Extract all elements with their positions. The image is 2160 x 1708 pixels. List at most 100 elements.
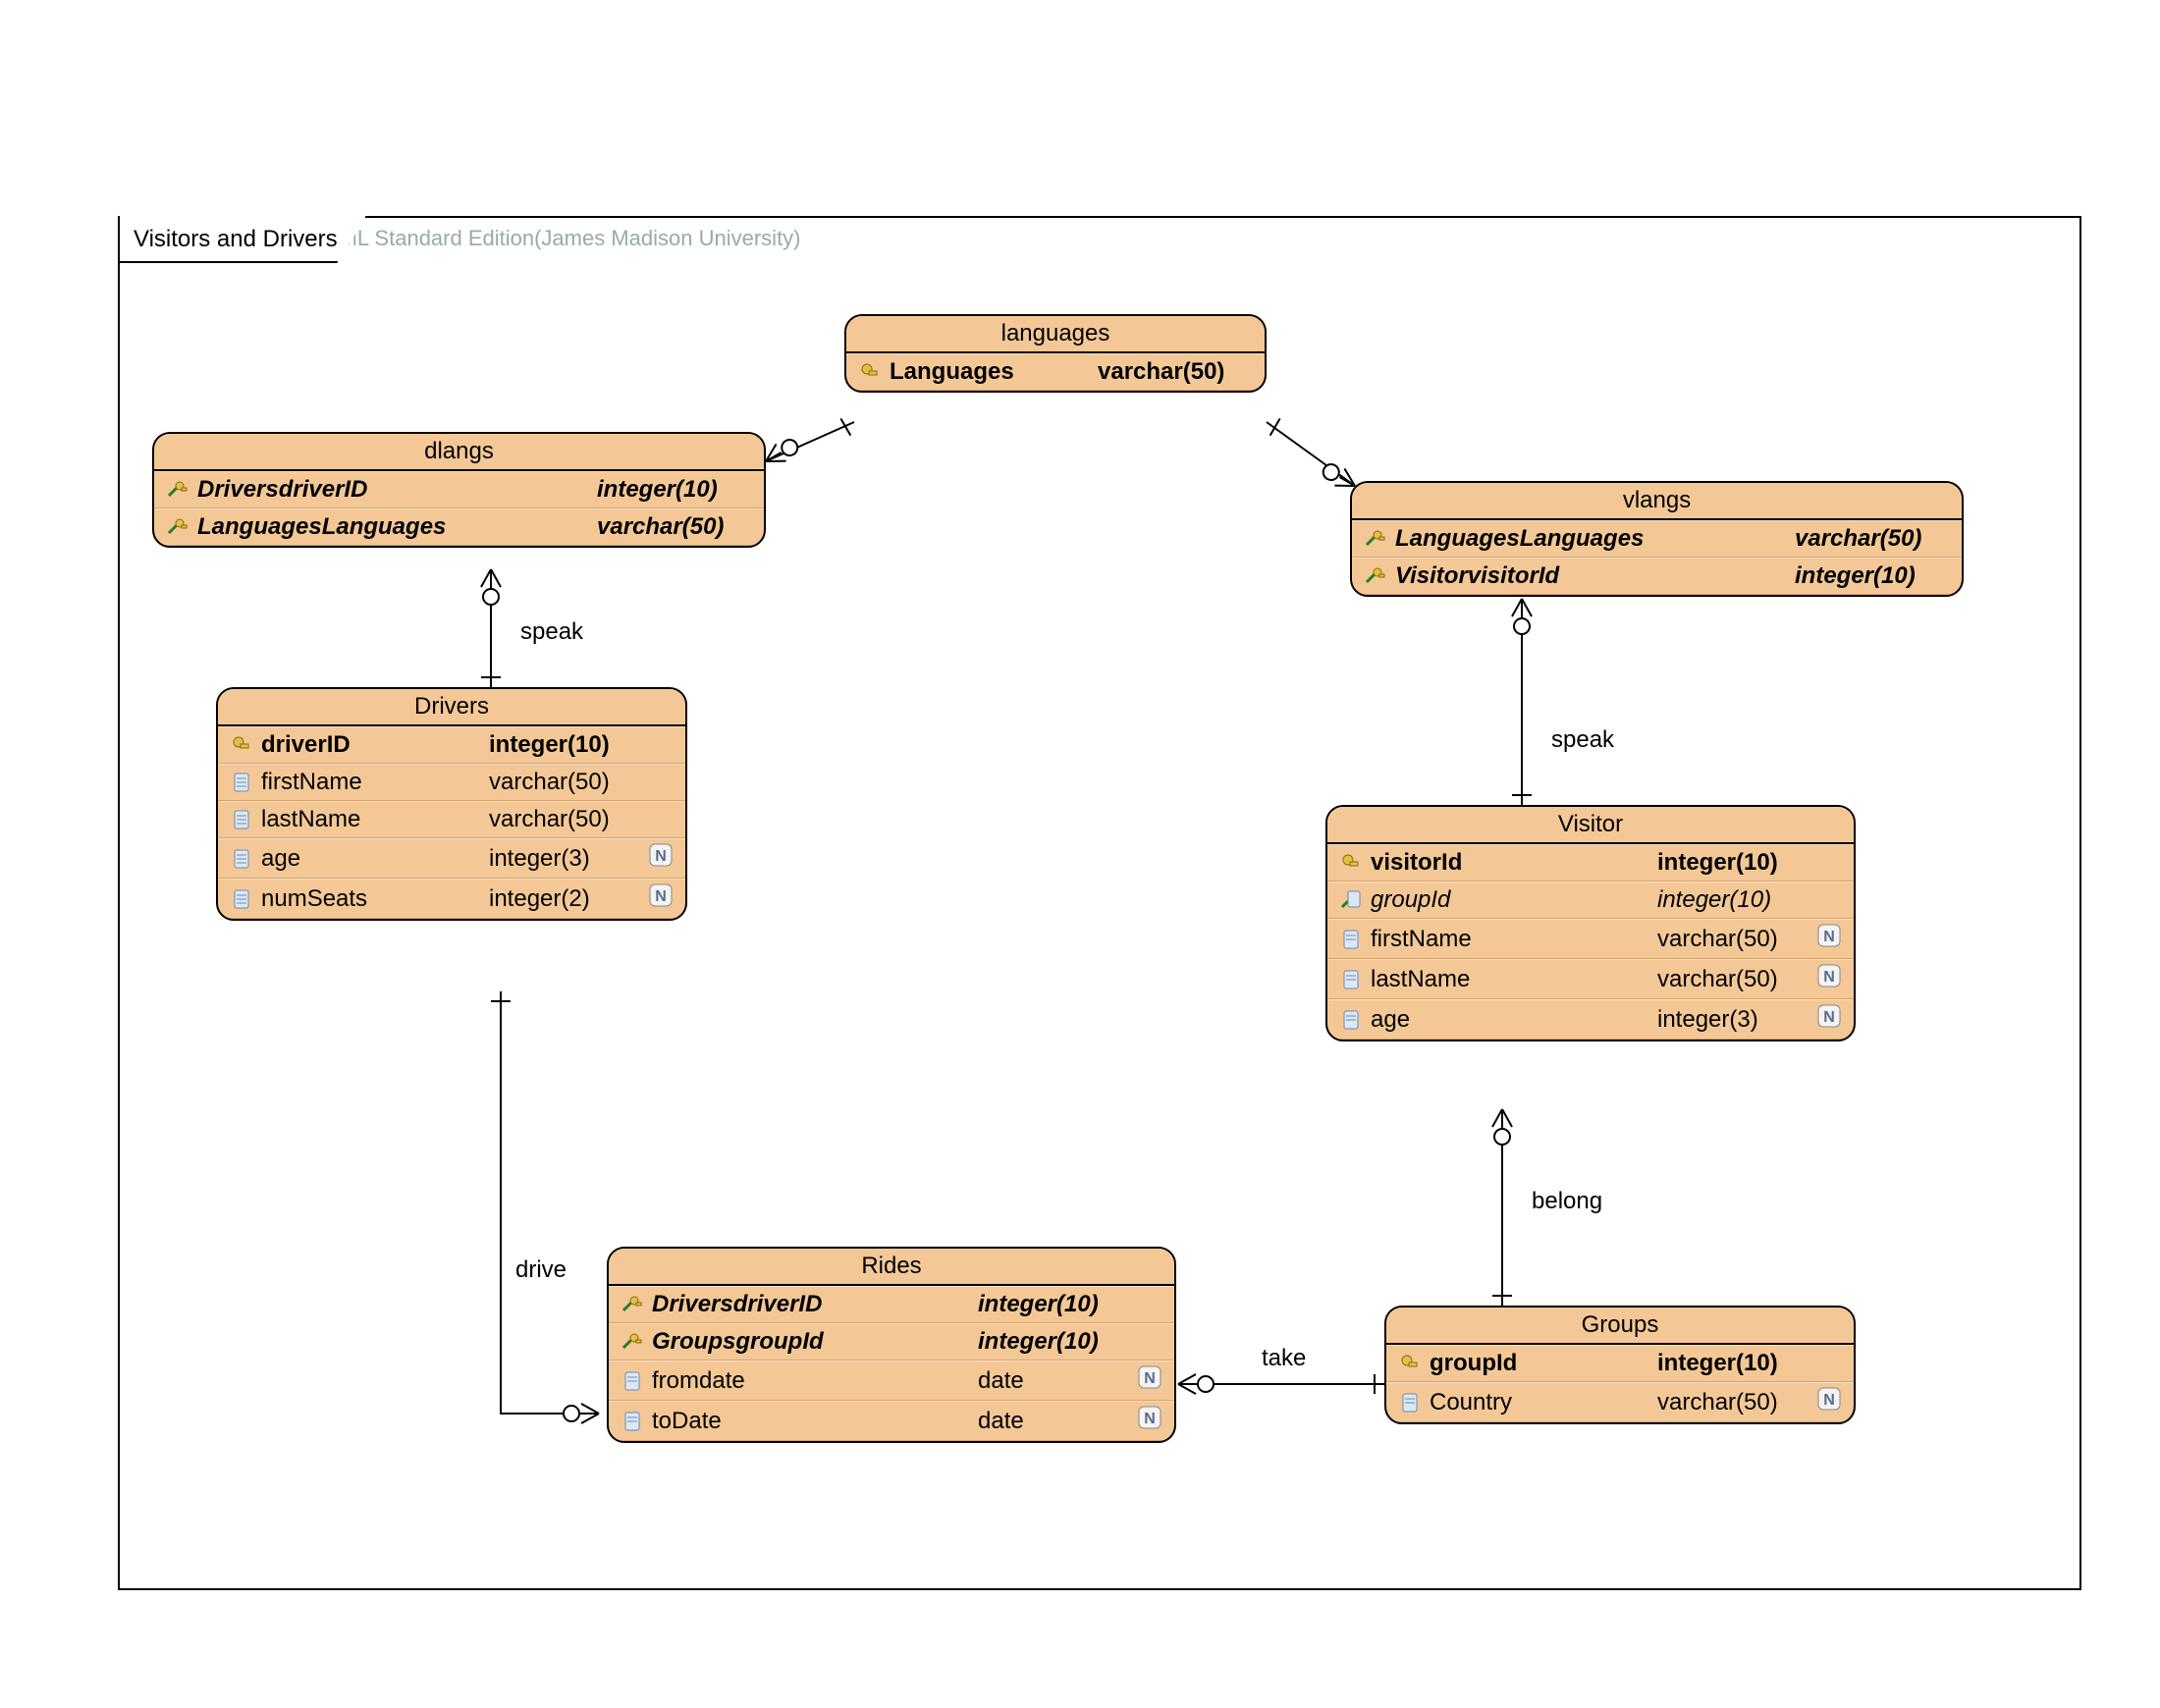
fk-icon xyxy=(619,1295,646,1314)
entity-row: numSeats integer(2) N xyxy=(218,879,685,919)
col-name: VisitorvisitorId xyxy=(1395,562,1795,590)
col-name: LanguagesLanguages xyxy=(197,513,597,541)
col-type: integer(3) xyxy=(1657,1006,1814,1034)
fk-icon xyxy=(1362,529,1389,549)
col-type: integer(10) xyxy=(978,1291,1135,1318)
col-name: lastName xyxy=(1371,966,1657,993)
entity-row: age integer(3) N xyxy=(1327,999,1854,1040)
column-icon xyxy=(619,1411,646,1432)
rel-label-drive: drive xyxy=(515,1256,567,1284)
col-type: integer(10) xyxy=(1657,849,1814,877)
fk-column-icon xyxy=(1337,889,1365,911)
entity-row: firstName varchar(50) N xyxy=(1327,919,1854,959)
col-name: lastName xyxy=(261,806,489,833)
column-icon xyxy=(228,888,255,910)
diagram-title-tab: Visitors and Drivers xyxy=(118,216,367,263)
col-name: Country xyxy=(1430,1389,1657,1416)
col-name: DriversdriverID xyxy=(197,476,597,504)
rel-label-take: take xyxy=(1262,1345,1306,1372)
col-name: Languages xyxy=(890,358,1098,386)
entity-row: LanguagesLanguages varchar(50) xyxy=(1352,520,1962,558)
entity-row: age integer(3) N xyxy=(218,838,685,879)
col-type: varchar(50) xyxy=(489,769,646,796)
entity-row: lastName varchar(50) N xyxy=(1327,959,1854,999)
pk-icon xyxy=(1396,1354,1424,1373)
rel-label-speak-visitor: speak xyxy=(1551,726,1614,754)
entity-languages[interactable]: languages Languages varchar(50) xyxy=(844,314,1267,393)
entity-rides[interactable]: Rides DriversdriverID integer(10) Groups… xyxy=(607,1247,1176,1443)
col-type: varchar(50) xyxy=(1657,926,1814,953)
entity-groups[interactable]: Groups groupId integer(10) Country varch… xyxy=(1384,1306,1856,1424)
entity-row: DriversdriverID integer(10) xyxy=(154,471,764,508)
col-type: integer(10) xyxy=(489,731,646,759)
entity-row: LanguagesLanguages varchar(50) xyxy=(154,508,764,546)
col-type: varchar(50) xyxy=(489,806,646,833)
entity-row: driverID integer(10) xyxy=(218,726,685,764)
column-icon xyxy=(228,809,255,830)
col-name: DriversdriverID xyxy=(652,1291,978,1318)
col-type: integer(10) xyxy=(1795,562,1952,590)
svg-text:N: N xyxy=(1144,1411,1156,1427)
col-name: LanguagesLanguages xyxy=(1395,525,1795,553)
nullable-icon: N xyxy=(1135,1365,1164,1396)
col-type: integer(3) xyxy=(489,845,646,873)
svg-text:N: N xyxy=(1823,1009,1835,1026)
entity-title: Visitor xyxy=(1327,807,1854,844)
col-name: groupId xyxy=(1371,886,1657,914)
pk-icon xyxy=(1337,853,1365,873)
col-name: numSeats xyxy=(261,885,489,913)
col-type: integer(2) xyxy=(489,885,646,913)
entity-drivers[interactable]: Drivers driverID integer(10) firstName v… xyxy=(216,687,687,921)
svg-text:N: N xyxy=(655,888,667,905)
nullable-icon: N xyxy=(1814,1387,1844,1417)
pk-icon xyxy=(228,735,255,755)
col-type: integer(10) xyxy=(597,476,754,504)
entity-visitor[interactable]: Visitor visitorId integer(10) groupId in… xyxy=(1325,805,1856,1041)
entity-row: lastName varchar(50) xyxy=(218,801,685,838)
fk-icon xyxy=(164,517,191,537)
entity-row: toDate date N xyxy=(609,1401,1174,1441)
col-type: varchar(50) xyxy=(1098,358,1255,386)
entity-row: Country varchar(50) N xyxy=(1386,1382,1854,1422)
entity-dlangs[interactable]: dlangs DriversdriverID integer(10) Langu… xyxy=(152,432,766,548)
col-name: toDate xyxy=(652,1408,978,1435)
rel-label-belong: belong xyxy=(1532,1188,1602,1215)
entity-row: groupId integer(10) xyxy=(1386,1345,1854,1382)
col-type: integer(10) xyxy=(1657,1350,1814,1377)
nullable-icon: N xyxy=(1135,1406,1164,1436)
col-name: age xyxy=(261,845,489,873)
col-type: varchar(50) xyxy=(1657,1389,1814,1416)
nullable-icon: N xyxy=(1814,1004,1844,1035)
nullable-icon: N xyxy=(1814,924,1844,954)
fk-icon xyxy=(619,1332,646,1352)
column-icon xyxy=(228,848,255,870)
entity-vlangs[interactable]: vlangs LanguagesLanguages varchar(50) Vi… xyxy=(1350,481,1964,597)
svg-text:N: N xyxy=(1823,1392,1835,1409)
col-name: GroupsgroupId xyxy=(652,1328,978,1356)
rel-label-speak-drivers: speak xyxy=(520,618,583,646)
entity-row: fromdate date N xyxy=(609,1361,1174,1401)
col-type: date xyxy=(978,1367,1135,1395)
entity-title: Drivers xyxy=(218,689,685,726)
nullable-icon: N xyxy=(646,843,675,874)
entity-row: VisitorvisitorId integer(10) xyxy=(1352,558,1962,595)
column-icon xyxy=(1396,1392,1424,1414)
nullable-icon: N xyxy=(646,883,675,914)
col-name: visitorId xyxy=(1371,849,1657,877)
entity-row: groupId integer(10) xyxy=(1327,881,1854,919)
fk-icon xyxy=(164,480,191,500)
svg-text:N: N xyxy=(1144,1370,1156,1387)
entity-row: Languages varchar(50) xyxy=(846,353,1265,391)
col-name: fromdate xyxy=(652,1367,978,1395)
column-icon xyxy=(1337,929,1365,950)
entity-title: Rides xyxy=(609,1249,1174,1286)
col-name: driverID xyxy=(261,731,489,759)
col-type: date xyxy=(978,1408,1135,1435)
column-icon xyxy=(228,772,255,793)
fk-icon xyxy=(1362,566,1389,586)
column-icon xyxy=(1337,969,1365,990)
col-name: firstName xyxy=(261,769,489,796)
nullable-icon: N xyxy=(1814,964,1844,994)
col-type: varchar(50) xyxy=(597,513,754,541)
col-type: integer(10) xyxy=(978,1328,1135,1356)
